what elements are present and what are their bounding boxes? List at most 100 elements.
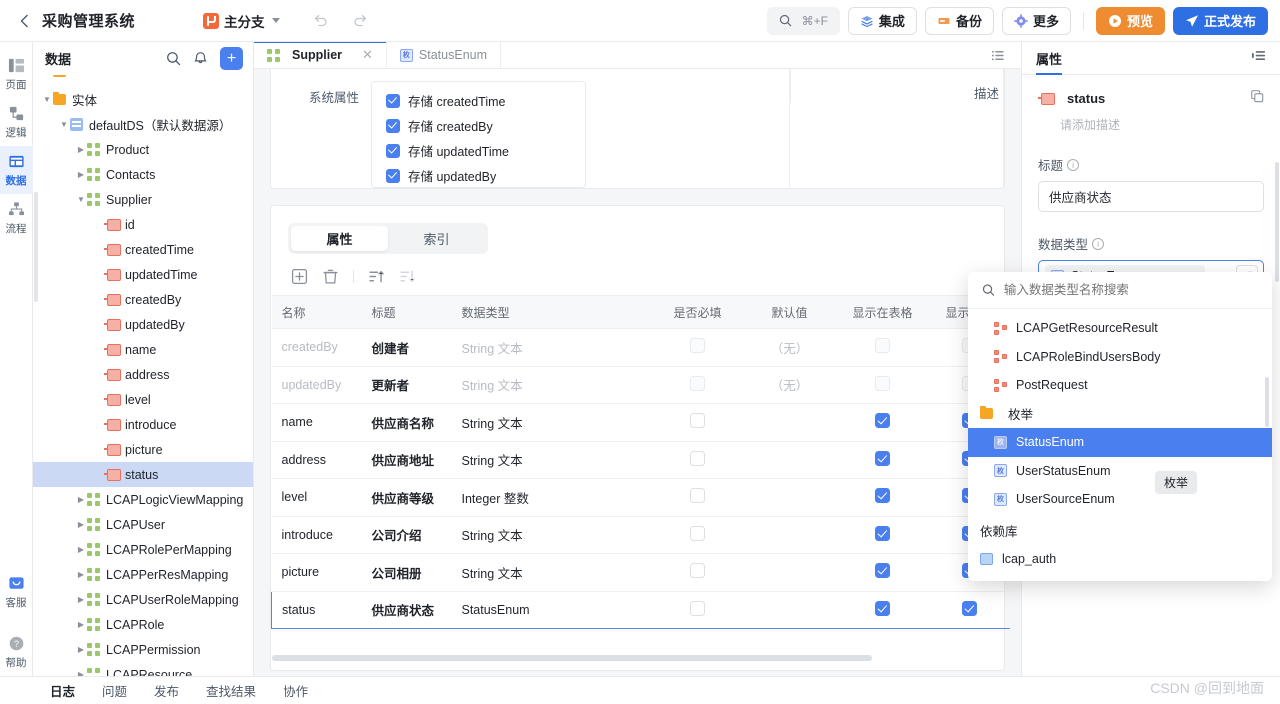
segment-index[interactable]: 索引: [388, 226, 485, 251]
tree-item[interactable]: ▶ LCAPRolePerMapping: [33, 537, 253, 562]
tree-item[interactable]: id: [33, 212, 253, 237]
bottom-bar-item[interactable]: 问题: [102, 681, 127, 700]
checkbox-icon[interactable]: [690, 563, 705, 579]
tree-item[interactable]: ▼ Supplier: [33, 187, 253, 212]
chevron-right-icon[interactable]: ▶: [75, 595, 87, 604]
checkbox-icon[interactable]: [690, 413, 705, 429]
more-button[interactable]: 更多: [1001, 6, 1071, 35]
title-input[interactable]: [1038, 181, 1264, 212]
checkbox-icon[interactable]: [690, 338, 705, 354]
tree-item[interactable]: ▶ Product: [33, 137, 253, 162]
close-icon[interactable]: ✕: [362, 47, 373, 63]
tree-item[interactable]: picture: [33, 437, 253, 462]
tree-item[interactable]: [33, 75, 253, 87]
chevron-right-icon[interactable]: ▶: [75, 570, 87, 579]
rail-item-help[interactable]: ? 帮助: [0, 628, 33, 676]
tree-item[interactable]: updatedBy: [33, 312, 253, 337]
tree-item[interactable]: ▶ LCAPPerResMapping: [33, 562, 253, 587]
checkbox-icon[interactable]: [875, 338, 890, 354]
table-row[interactable]: level 供应商等级 Integer 整数: [271, 478, 1010, 517]
checkbox-icon[interactable]: [690, 600, 705, 616]
panel-collapse-icon[interactable]: [1251, 48, 1266, 63]
add-box-icon[interactable]: [291, 268, 308, 285]
system-attribute-checkbox[interactable]: 存储 createdTime: [386, 91, 571, 110]
chevron-right-icon[interactable]: ▶: [75, 520, 87, 529]
dropdown-search-input[interactable]: [1003, 283, 1258, 297]
table-row[interactable]: picture 公司相册 String 文本: [271, 553, 1010, 592]
chevron-right-icon[interactable]: ▶: [75, 495, 87, 504]
info-icon[interactable]: i: [1092, 237, 1105, 250]
tab-properties[interactable]: 属性: [1036, 42, 1063, 75]
chevron-right-icon[interactable]: ▶: [75, 545, 87, 554]
tree-item[interactable]: name: [33, 337, 253, 362]
tree-item[interactable]: ▶ LCAPUser: [33, 512, 253, 537]
dropdown-library-item[interactable]: lcap_auth: [968, 545, 1272, 574]
dropdown-item[interactable]: 枚 UserSourceEnum: [968, 485, 1272, 514]
checkbox-icon[interactable]: [962, 600, 977, 616]
integration-button[interactable]: 集成: [847, 6, 917, 35]
tree-item[interactable]: address: [33, 362, 253, 387]
table-row[interactable]: name 供应商名称 String 文本: [271, 403, 1010, 442]
checkbox-icon[interactable]: [690, 525, 705, 541]
checkbox-icon[interactable]: [875, 375, 890, 391]
tree-item[interactable]: updatedTime: [33, 262, 253, 287]
tree-item[interactable]: ▶ LCAPResource: [33, 662, 253, 677]
dropdown-item[interactable]: LCAPRoleBindUsersBody: [968, 343, 1272, 372]
table-horizontal-scrollbar[interactable]: [272, 655, 872, 661]
table-row[interactable]: address 供应商地址 String 文本: [271, 441, 1010, 479]
rail-item-data[interactable]: 数据: [0, 146, 33, 194]
checkbox-icon[interactable]: [690, 450, 705, 466]
checkbox-icon[interactable]: [875, 488, 890, 504]
preview-button[interactable]: 预览: [1095, 6, 1165, 35]
tab-statusenum[interactable]: 枚 StatusEnum: [387, 42, 502, 68]
checkbox-icon[interactable]: [875, 413, 890, 429]
backup-button[interactable]: 备份: [924, 6, 994, 35]
dropdown-item[interactable]: PostRequest: [968, 371, 1272, 400]
tree-item[interactable]: ▼ defaultDS（默认数据源）: [33, 112, 253, 137]
undo-button[interactable]: [310, 10, 332, 32]
tree-item[interactable]: ▶ LCAPLogicViewMapping: [33, 487, 253, 512]
checkbox-icon[interactable]: [690, 375, 705, 391]
redo-button[interactable]: [350, 10, 372, 32]
tree-item[interactable]: status: [33, 462, 253, 487]
property-panel-scrollbar[interactable]: [1275, 162, 1279, 282]
tree-item[interactable]: level: [33, 387, 253, 412]
chevron-right-icon[interactable]: ▶: [75, 170, 87, 179]
tree-item[interactable]: ▶ LCAPUserRoleMapping: [33, 587, 253, 612]
dropdown-item[interactable]: 枚 UserStatusEnum: [968, 457, 1272, 486]
chevron-right-icon[interactable]: ▶: [75, 620, 87, 629]
list-view-icon[interactable]: [991, 48, 1006, 63]
bottom-bar-item[interactable]: 查找结果: [206, 681, 256, 700]
dropdown-item[interactable]: LCAPGetResourceResult: [968, 314, 1272, 343]
tree-item[interactable]: createdTime: [33, 237, 253, 262]
tree-item[interactable]: createdBy: [33, 287, 253, 312]
checkbox-icon[interactable]: [875, 525, 890, 541]
chevron-right-icon[interactable]: ▶: [75, 145, 87, 154]
tab-supplier[interactable]: Supplier ✕: [254, 42, 387, 68]
table-row[interactable]: status 供应商状态 StatusEnum: [271, 590, 1010, 629]
chevron-down-icon[interactable]: ▼: [75, 195, 87, 204]
rail-item-support[interactable]: 客服: [0, 568, 33, 616]
tree-item[interactable]: ▶ LCAPRole: [33, 612, 253, 637]
checkbox-icon[interactable]: [875, 563, 890, 579]
tree-item[interactable]: ▶ Contacts: [33, 162, 253, 187]
tree-item[interactable]: ▼ 实体: [33, 87, 253, 112]
checkbox-icon[interactable]: [875, 600, 890, 616]
rail-item-flow[interactable]: 流程: [0, 194, 33, 242]
global-search-button[interactable]: ⌘+F: [766, 6, 840, 35]
sort-asc-icon[interactable]: [368, 268, 385, 285]
search-icon[interactable]: [166, 51, 181, 66]
sort-desc-icon[interactable]: [399, 268, 416, 285]
chevron-down-icon[interactable]: ▼: [41, 95, 53, 104]
table-row[interactable]: createdBy 创建者 String 文本 （无）: [271, 328, 1010, 367]
system-attribute-checkbox[interactable]: 存储 updatedTime: [386, 141, 571, 160]
checkbox-icon[interactable]: [875, 450, 890, 466]
bottom-bar-item[interactable]: 协作: [283, 681, 308, 700]
bottom-bar-item[interactable]: 发布: [154, 681, 179, 700]
add-entity-button[interactable]: +: [220, 47, 243, 70]
branch-selector[interactable]: 主分支: [203, 11, 280, 31]
system-attribute-checkbox[interactable]: 存储 createdBy: [386, 116, 571, 135]
description-placeholder[interactable]: 请添加描述: [1060, 116, 1264, 133]
tree-item[interactable]: introduce: [33, 412, 253, 437]
rail-item-pages[interactable]: 页面: [0, 50, 33, 98]
